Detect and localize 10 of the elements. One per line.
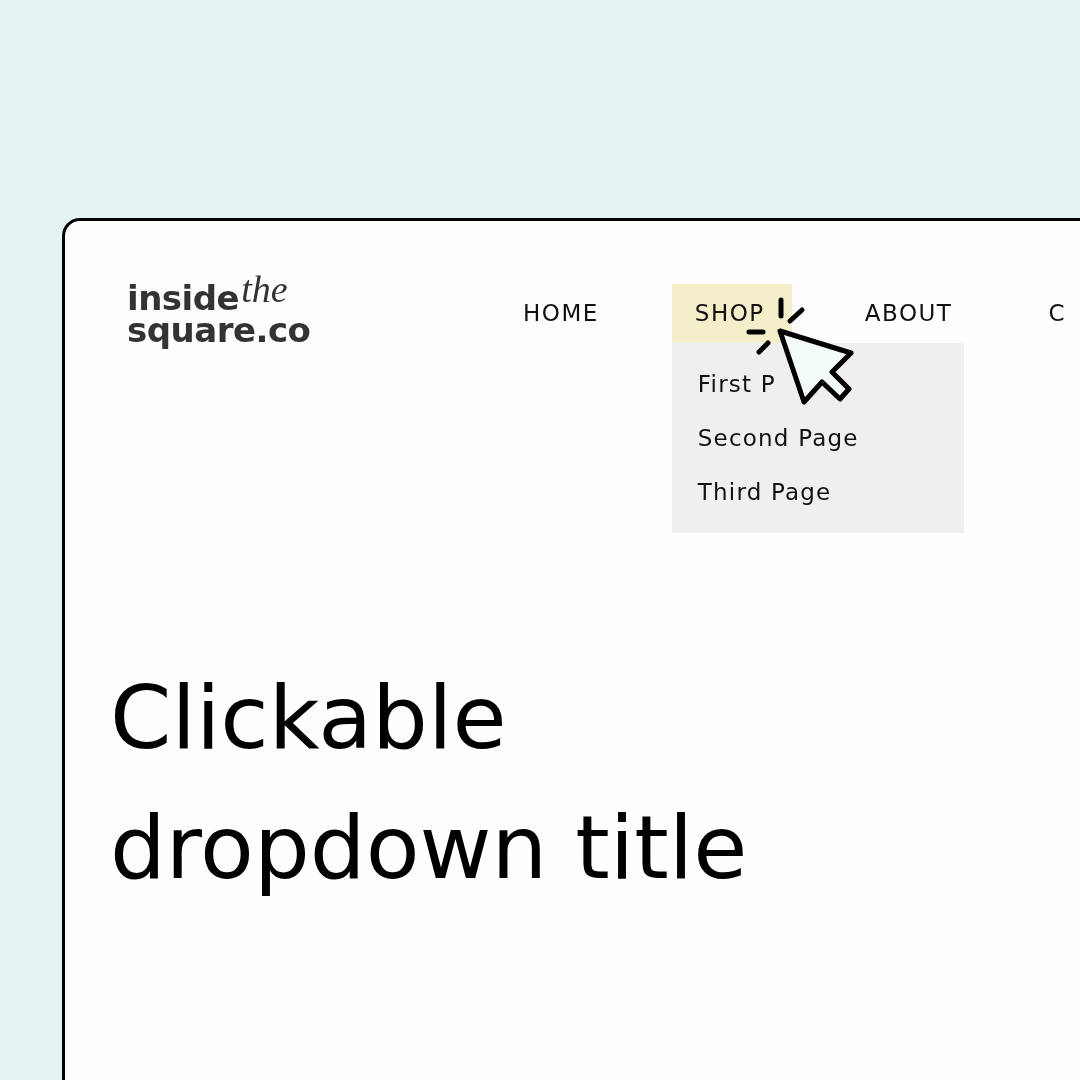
nav-link[interactable]: C [1025, 284, 1080, 343]
dropdown-item[interactable]: Third Page [697, 465, 938, 519]
dropdown-item[interactable]: First P [697, 357, 938, 411]
nav-link[interactable]: SHOP [671, 284, 792, 343]
nav-link[interactable]: ABOUT [841, 284, 976, 343]
logo-script-word: the [241, 270, 288, 308]
logo-word: inside [127, 282, 240, 314]
nav-link[interactable]: HOME [500, 284, 622, 343]
dropdown-item[interactable]: Second Page [697, 411, 938, 465]
page-heading: Clickable dropdown title [110, 665, 749, 901]
